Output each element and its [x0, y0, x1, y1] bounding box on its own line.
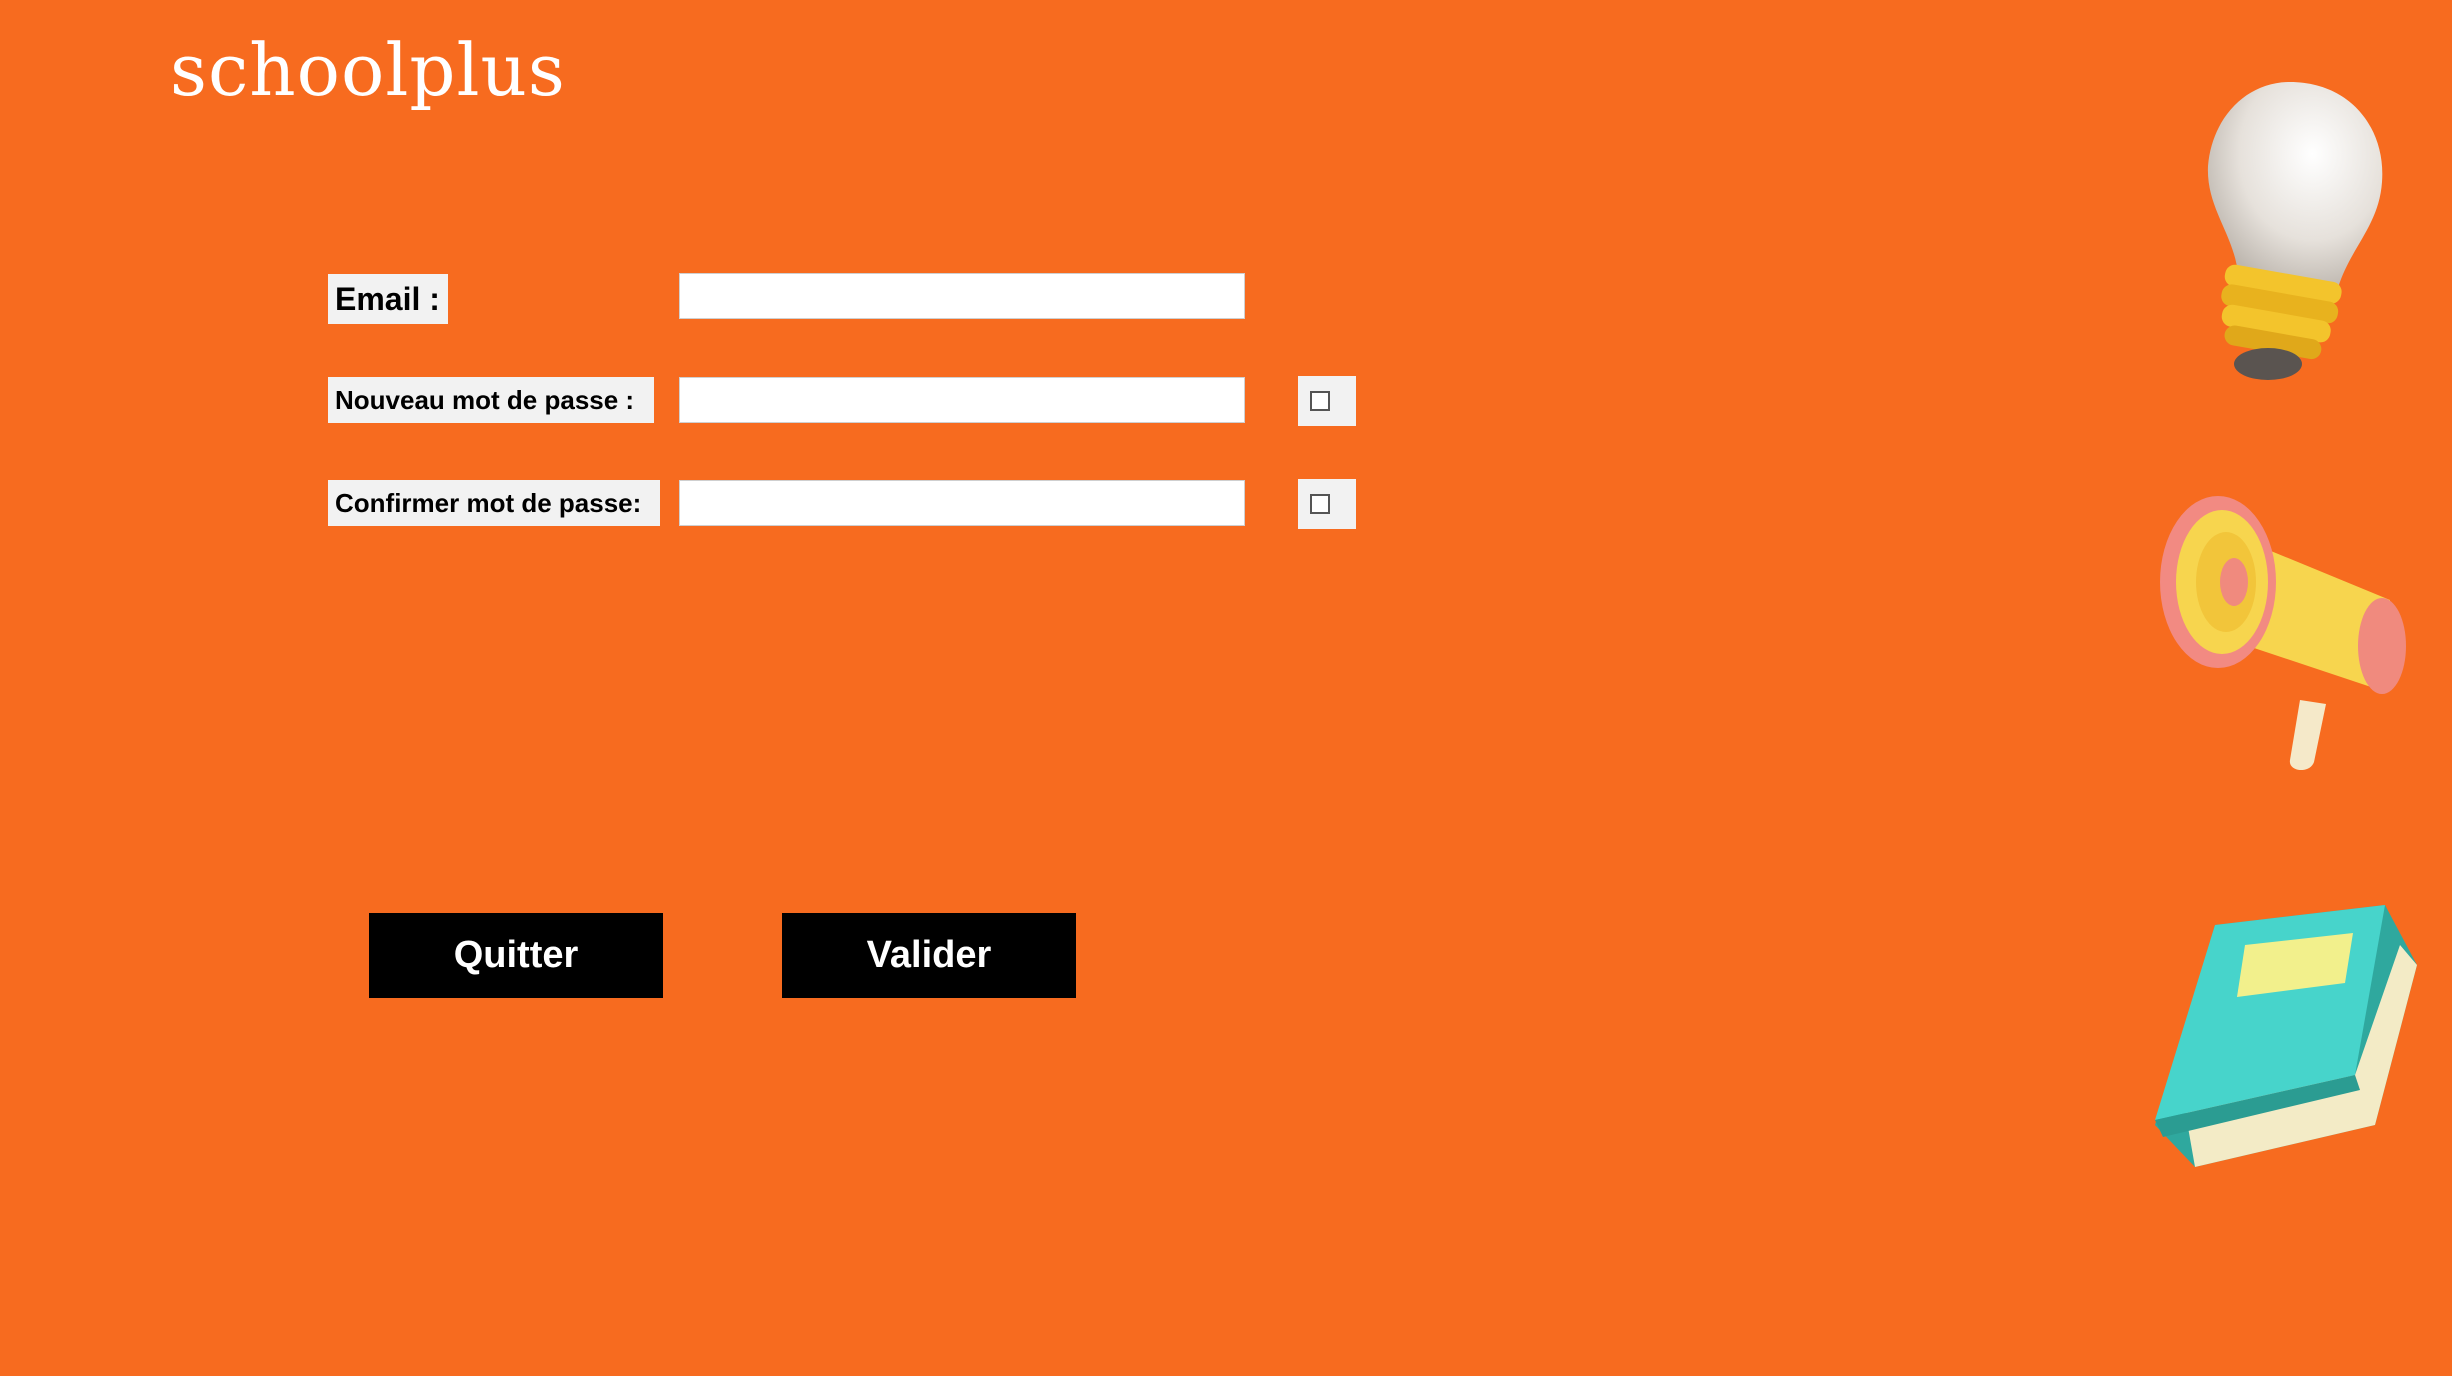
show-confirm-password-checkbox[interactable]: [1298, 479, 1356, 529]
app-logo: schoolplus: [170, 28, 566, 112]
checkbox-icon: [1310, 494, 1330, 514]
megaphone-icon: [2160, 496, 2406, 770]
new-password-field[interactable]: [679, 377, 1245, 423]
new-password-label: Nouveau mot de passe :: [328, 377, 654, 423]
book-icon: [2155, 905, 2417, 1167]
email-label: Email :: [328, 274, 448, 324]
confirm-password-label: Confirmer mot de passe:: [328, 480, 660, 526]
validate-button[interactable]: Valider: [782, 913, 1076, 998]
confirm-password-field[interactable]: [679, 480, 1245, 526]
email-field[interactable]: [679, 273, 1245, 319]
lightbulb-icon: [2207, 82, 2383, 380]
quit-button[interactable]: Quitter: [369, 913, 663, 998]
checkbox-icon: [1310, 391, 1330, 411]
show-new-password-checkbox[interactable]: [1298, 376, 1356, 426]
